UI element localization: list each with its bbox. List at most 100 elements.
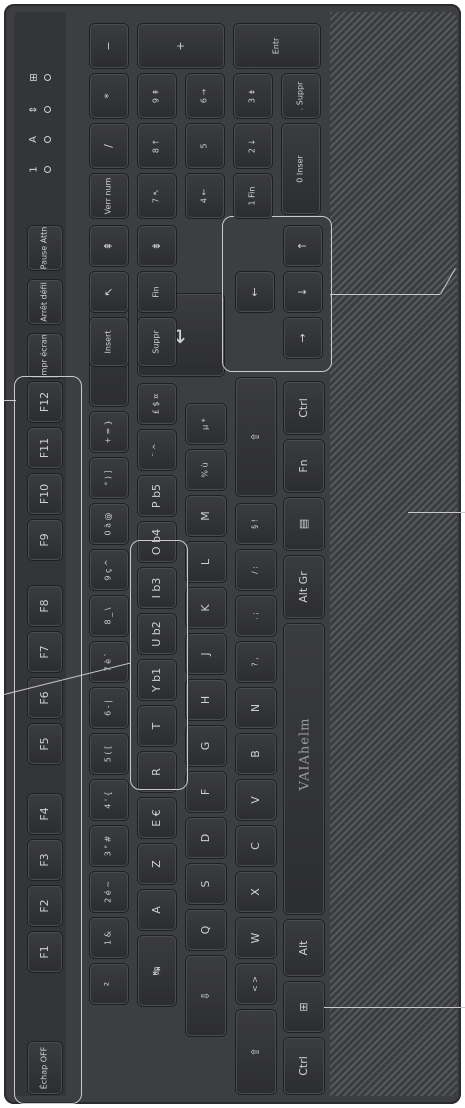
winlock-indicator-dot — [44, 74, 51, 81]
key-numpad-6[interactable]: 6 → — [186, 74, 224, 118]
key-plus[interactable]: + = } — [90, 412, 128, 452]
key-slash[interactable]: / : — [236, 550, 276, 590]
key-tab[interactable]: ↹ — [138, 936, 176, 1006]
arrow-keys-callout-line — [330, 294, 440, 295]
caps-lock-indicator-dot — [44, 136, 51, 143]
key-b[interactable]: B — [236, 734, 276, 774]
key-insert[interactable]: Insert — [90, 318, 128, 366]
keyboard: ⊞ ⇕ A 1 Pause Attn Arrêt défil Impr écra… — [4, 4, 465, 1104]
caps-lock-indicator-icon: A — [27, 136, 39, 143]
key-numpad-3[interactable]: 3 ⇟ — [234, 74, 272, 118]
key-right-ctrl[interactable]: Ctrl — [284, 382, 324, 434]
macro-keys-highlight — [130, 540, 188, 790]
key-home[interactable]: ↖ — [90, 272, 128, 312]
key-numpad-2[interactable]: 2 ↓ — [234, 124, 272, 168]
key-numpad-0[interactable]: 0 Inser — [282, 124, 320, 214]
function-keys-highlight — [14, 376, 82, 1104]
key-scroll-lock[interactable]: Arrêt défil — [28, 280, 62, 324]
key-numpad-minus[interactable]: − — [90, 24, 128, 68]
key-delete[interactable]: Suppr — [138, 318, 176, 366]
key-circumflex[interactable]: ¨ ^ — [138, 430, 176, 470]
key-percent[interactable]: % ù — [186, 450, 226, 490]
key-m[interactable]: M — [186, 496, 226, 536]
key-alt-gr[interactable]: Alt Gr — [284, 556, 324, 618]
key-numpad-5[interactable]: 5 — [186, 124, 224, 168]
key-mu[interactable]: µ * — [186, 404, 226, 444]
scroll-lock-indicator-icon: ⇕ — [28, 105, 40, 114]
key-n[interactable]: N — [236, 688, 276, 728]
key-left-ctrl[interactable]: Ctrl — [284, 1038, 324, 1094]
key-8[interactable]: 8 _ \ — [90, 596, 128, 636]
key-numpad-9[interactable]: 9 ⇞ — [138, 74, 176, 118]
key-4[interactable]: 4 ' { — [90, 780, 128, 820]
key-comma[interactable]: ? , — [236, 642, 276, 682]
scroll-lock-indicator-dot — [44, 106, 51, 113]
key-1[interactable]: 1 & — [90, 918, 128, 958]
key-pause[interactable]: Pause Attn — [28, 226, 62, 270]
key-z[interactable]: Z — [138, 844, 176, 884]
key-2[interactable]: 2 é ~ — [90, 872, 128, 912]
key-5[interactable]: 5 ( [ — [90, 734, 128, 774]
winlock-indicator-icon: ⊞ — [28, 73, 40, 82]
key-e[interactable]: E € — [138, 798, 176, 838]
key-k[interactable]: K — [186, 588, 226, 628]
key-arrow-right[interactable]: → — [284, 318, 322, 358]
windows-key-callout-line — [324, 1007, 465, 1008]
key-period[interactable]: . ; — [236, 596, 276, 636]
key-a[interactable]: A — [138, 890, 176, 930]
key-numpad-7[interactable]: 7 ↖ — [138, 174, 176, 218]
key-squared[interactable]: ² — [90, 964, 128, 1004]
num-lock-indicator-dot — [44, 166, 51, 173]
key-c[interactable]: C — [236, 826, 276, 866]
key-left-shift[interactable]: ⇧ — [236, 1010, 276, 1094]
key-caps-lock[interactable]: ⇩ — [186, 956, 226, 1036]
key-numpad-star[interactable]: * — [90, 74, 128, 118]
key-v[interactable]: V — [236, 780, 276, 820]
function-keys-callout-line — [4, 400, 16, 401]
key-g[interactable]: G — [186, 726, 226, 766]
key-s[interactable]: S — [186, 864, 226, 904]
key-numpad-plus[interactable]: + — [138, 24, 224, 68]
key-x[interactable]: X — [236, 872, 276, 912]
key-num-lock[interactable]: Verr num — [90, 174, 128, 218]
key-numpad-dot[interactable]: . Suppr — [282, 74, 320, 118]
key-alt[interactable]: Alt — [284, 920, 324, 976]
key-degree[interactable]: ° ) ] — [90, 458, 128, 498]
key-9[interactable]: 9 ç ^ — [90, 550, 128, 590]
key-print-screen[interactable]: Impr écran — [28, 334, 62, 378]
brand-logo: VAIAhelm — [297, 717, 313, 791]
key-7[interactable]: 7 è ` — [90, 642, 128, 682]
key-arrow-down[interactable]: ↓ — [284, 272, 322, 312]
key-numpad-1[interactable]: 1 Fin — [234, 174, 272, 218]
key-f[interactable]: F — [186, 772, 226, 812]
key-page-up[interactable]: ⇞ — [90, 226, 128, 266]
key-d[interactable]: D — [186, 818, 226, 858]
key-l[interactable]: L — [186, 542, 226, 582]
key-q[interactable]: Q — [186, 910, 226, 950]
key-right-shift[interactable]: ⇧ — [236, 378, 276, 496]
key-numpad-slash[interactable]: / — [90, 124, 128, 168]
key-page-down[interactable]: ⇟ — [138, 226, 176, 266]
carbon-callout-line — [408, 512, 465, 513]
carbon-texture — [330, 12, 457, 1096]
key-3[interactable]: 3 " # — [90, 826, 128, 866]
key-numpad-8[interactable]: 8 ↑ — [138, 124, 176, 168]
key-end[interactable]: Fin — [138, 272, 176, 312]
key-pound[interactable]: £ $ ¤ — [138, 384, 176, 424]
num-lock-indicator-icon: 1 — [28, 166, 40, 173]
key-0[interactable]: 0 à @ — [90, 504, 128, 544]
key-p[interactable]: P b5 — [138, 476, 176, 516]
key-h[interactable]: H — [186, 680, 226, 720]
key-arrow-up[interactable]: ↑ — [284, 226, 322, 266]
key-section[interactable]: § ! — [236, 504, 276, 544]
key-less-than[interactable]: < > — [236, 964, 276, 1004]
key-arrow-left[interactable]: ← — [236, 272, 274, 312]
key-6[interactable]: 6 - | — [90, 688, 128, 728]
key-menu[interactable]: ▤ — [284, 498, 324, 550]
key-numpad-4[interactable]: 4 ← — [186, 174, 224, 218]
key-j[interactable]: J — [186, 634, 226, 674]
key-fn[interactable]: Fn — [284, 440, 324, 492]
key-numpad-enter[interactable]: Entr — [234, 24, 320, 68]
key-windows[interactable]: ⊞ — [284, 982, 324, 1032]
key-w[interactable]: W — [236, 918, 276, 958]
